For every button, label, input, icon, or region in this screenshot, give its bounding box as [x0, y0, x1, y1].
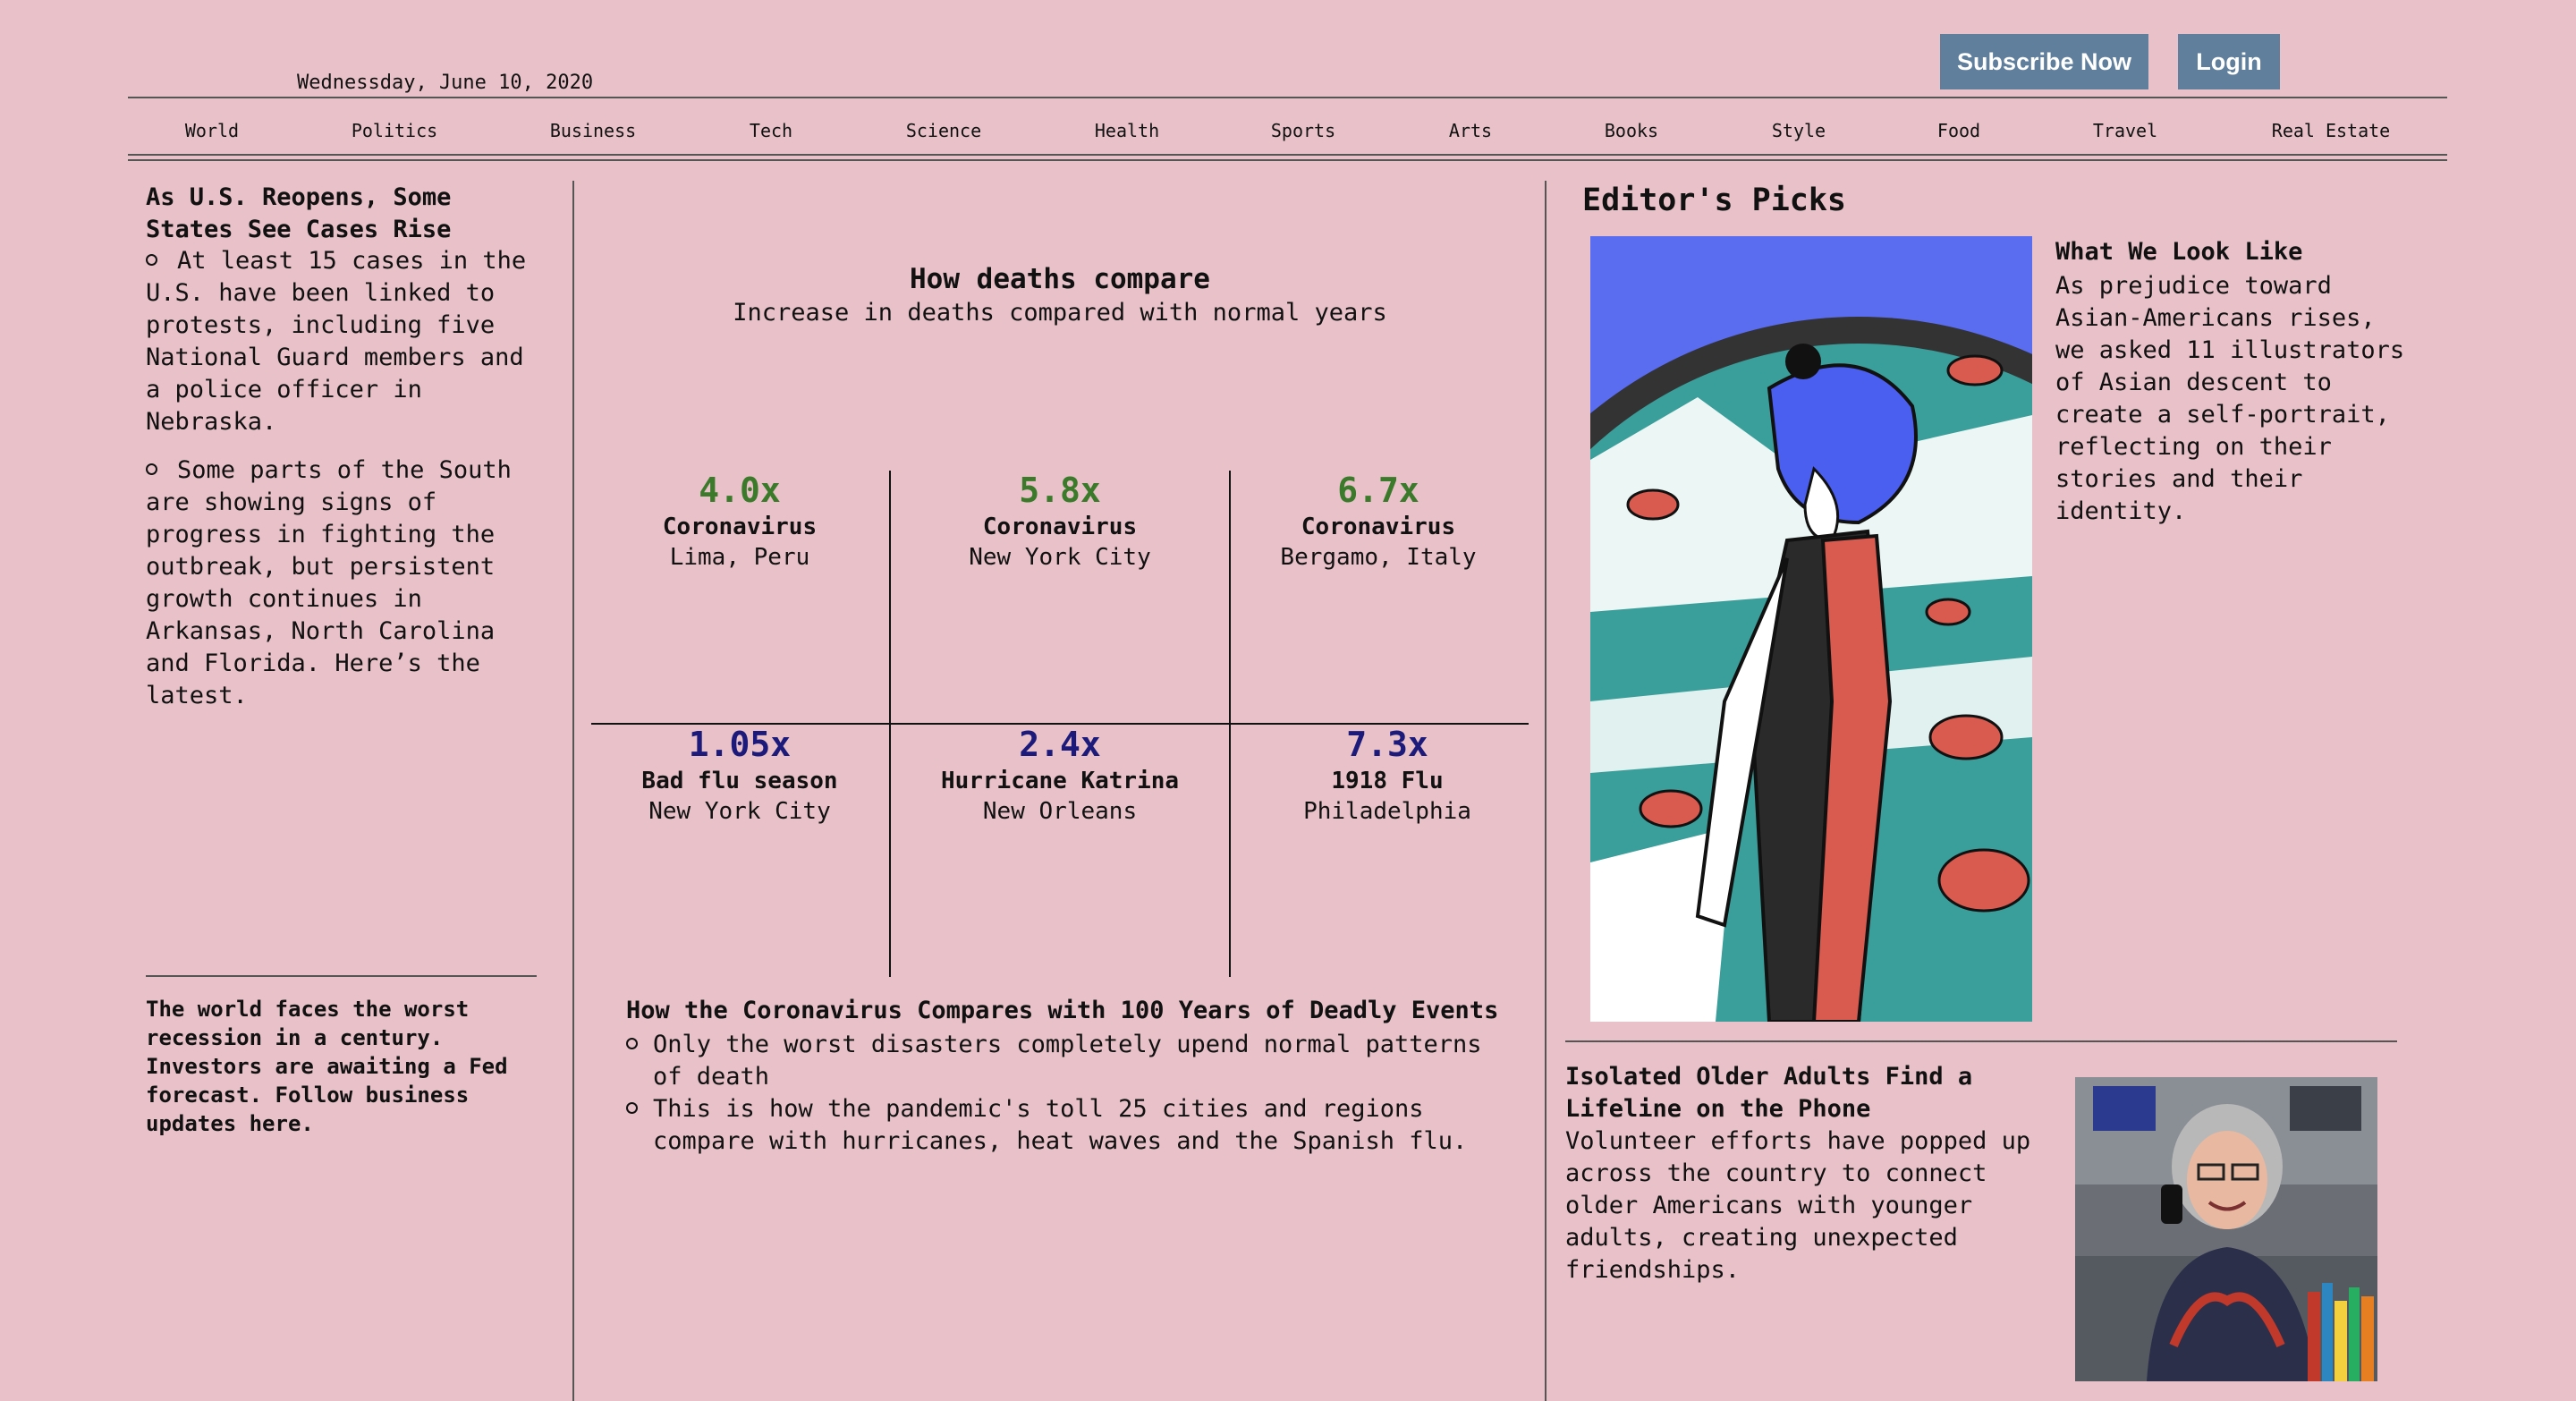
story-headline[interactable]: Isolated Older Adults Find a Lifeline on… [1565, 1061, 2039, 1125]
story-headline[interactable]: What We Look Like [2055, 238, 2302, 266]
nav-item-health[interactable]: Health [1095, 120, 1159, 141]
article-bullet-list: Only the worst disasters completely upen… [626, 1029, 1521, 1158]
bullet-icon [146, 254, 157, 266]
chart-col-divider-1 [889, 471, 891, 977]
column-divider-right [1545, 181, 1546, 1401]
chart-place: New York City [648, 798, 831, 825]
nav-item-politics[interactable]: Politics [352, 120, 437, 141]
chart-value: 4.0x [699, 471, 781, 510]
nav-item-arts[interactable]: Arts [1449, 120, 1492, 141]
chart-cell: 4.0x Coronavirus Lima, Peru [601, 471, 878, 571]
nav-item-food[interactable]: Food [1937, 120, 1980, 141]
chart-label: Bad flu season [641, 768, 838, 794]
list-item: At least 15 cases in the U.S. have been … [146, 247, 527, 436]
chart-cell: 7.3x 1918 Flu Philadelphia [1249, 725, 1526, 825]
right-divider [1565, 1040, 2397, 1042]
chart-cell: 6.7x Coronavirus Bergamo, Italy [1240, 471, 1517, 571]
date-label: Wednessday, June 10, 2020 [297, 72, 594, 94]
nav-item-books[interactable]: Books [1605, 120, 1658, 141]
left-bullet-list: At least 15 cases in the U.S. have been … [146, 245, 539, 728]
chart-label: Hurricane Katrina [940, 768, 1180, 794]
nav-item-tech[interactable]: Tech [750, 120, 792, 141]
self-portrait-illustration[interactable] [1590, 236, 2032, 1022]
chart-place: Bergamo, Italy [1280, 544, 1477, 571]
chart-subtitle: Increase in deaths compared with normal … [733, 299, 1387, 327]
chart-label: Coronavirus [982, 514, 1138, 540]
nav-divider-top [128, 154, 2447, 156]
business-teaser[interactable]: The world faces the worst recession in a… [146, 995, 539, 1138]
left-divider [146, 975, 537, 977]
chart-value: 5.8x [1019, 471, 1101, 510]
nav-item-travel[interactable]: Travel [2093, 120, 2157, 141]
list-item: This is how the pandemic's toll 25 citie… [626, 1093, 1521, 1158]
chart-label: Coronavirus [662, 514, 818, 540]
chart-place: New York City [969, 544, 1151, 571]
nav-divider-bottom [128, 159, 2447, 161]
section-nav: World Politics Business Tech Science Hea… [128, 120, 2447, 147]
chart-place: Lima, Peru [669, 544, 810, 571]
bullet-icon [626, 1038, 638, 1049]
editors-picks-title: Editor's Picks [1582, 183, 1847, 218]
list-item: Only the worst disasters completely upen… [626, 1029, 1521, 1093]
chart-col-divider-2 [1229, 471, 1231, 977]
chart-cell: 1.05x Bad flu season New York City [601, 725, 878, 825]
nav-item-business[interactable]: Business [550, 120, 636, 141]
list-item: Some parts of the South are showing sign… [146, 456, 512, 709]
older-adult-photo[interactable] [2075, 1077, 2377, 1381]
left-headline[interactable]: As U.S. Reopens, Some States See Cases R… [146, 182, 539, 246]
chart-label: 1918 Flu [1331, 768, 1444, 794]
nav-item-sports[interactable]: Sports [1271, 120, 1335, 141]
article-headline[interactable]: How the Coronavirus Compares with 100 Ye… [626, 997, 1521, 1024]
nav-item-science[interactable]: Science [906, 120, 981, 141]
nav-item-style[interactable]: Style [1772, 120, 1826, 141]
nav-item-real-estate[interactable]: Real Estate [2272, 120, 2390, 141]
bullet-icon [626, 1102, 638, 1114]
bullet-icon [146, 463, 157, 475]
chart-value: 2.4x [1019, 725, 1101, 764]
story-summary: Volunteer efforts have popped up across … [1565, 1127, 2031, 1284]
chart-value: 6.7x [1337, 471, 1419, 510]
header-divider [128, 97, 2447, 98]
chart-value: 7.3x [1346, 725, 1428, 764]
chart-title: How deaths compare [910, 263, 1210, 295]
chart-value: 1.05x [688, 725, 792, 764]
chart-place: Philadelphia [1303, 798, 1471, 825]
chart-label: Coronavirus [1301, 514, 1456, 540]
subscribe-button[interactable]: Subscribe Now [1940, 34, 2148, 89]
login-button[interactable]: Login [2178, 34, 2280, 89]
chart-place: New Orleans [982, 798, 1138, 825]
column-divider-left [572, 181, 574, 1401]
chart-cell: 2.4x Hurricane Katrina New Orleans [921, 725, 1199, 825]
chart-cell: 5.8x Coronavirus New York City [921, 471, 1199, 571]
nav-item-world[interactable]: World [185, 120, 239, 141]
story-summary: As prejudice toward Asian-Americans rise… [2055, 272, 2405, 525]
